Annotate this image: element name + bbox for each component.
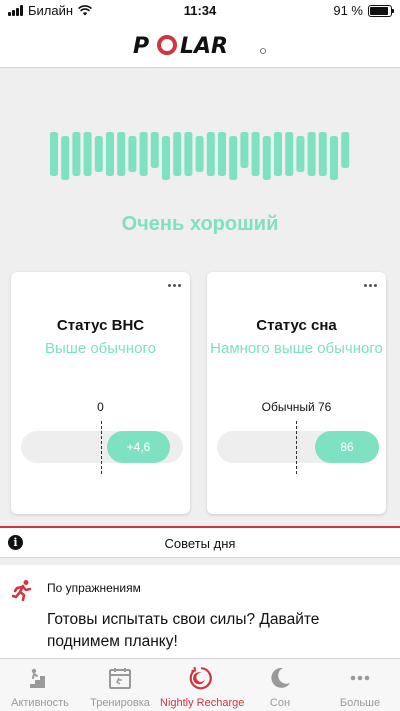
ans-value-badge: +4,6 <box>107 431 170 463</box>
tab-label: Тренировка <box>90 697 150 709</box>
status-bar: Билайн 11:34 91 % <box>0 0 400 22</box>
more-icon[interactable] <box>364 284 377 287</box>
battery-icon <box>368 4 394 17</box>
recharge-bar <box>296 136 305 172</box>
svg-text:LAR: LAR <box>180 34 228 56</box>
ans-reference-label: 0 <box>97 400 104 414</box>
recharge-bar <box>61 136 70 180</box>
more-icon[interactable] <box>168 284 181 287</box>
recharge-bar <box>150 132 159 168</box>
tab-label: Активность <box>11 697 69 709</box>
recharge-bar <box>117 132 126 176</box>
recharge-bar <box>106 132 114 176</box>
sleep-scale-track: 86 <box>217 431 379 463</box>
bottom-tab-bar: Активность Тренировка Nightly Recharge С… <box>0 658 400 711</box>
recharge-bar <box>285 132 294 176</box>
tab-label: Nightly Recharge <box>160 697 245 709</box>
tip-text: Готовы испытать свои силы? Давайте подни… <box>47 611 320 650</box>
recharge-bar <box>240 132 249 168</box>
tab-label: Больше <box>339 697 381 709</box>
recharge-bar <box>341 132 350 168</box>
more-icon <box>350 675 370 681</box>
sleep-title: Статус сна <box>256 317 337 334</box>
ans-title: Статус ВНС <box>56 317 145 334</box>
recharge-bar <box>206 132 215 176</box>
ans-status-text: Выше обычного <box>45 340 156 357</box>
tab-training[interactable]: Тренировка <box>80 659 160 711</box>
recharge-bar <box>139 132 148 176</box>
battery-percent: 91 % <box>333 3 363 18</box>
runner-icon <box>12 580 32 601</box>
recharge-bar <box>251 132 260 176</box>
sleep-status-card[interactable]: Статус сна Намного выше обычного Обычный… <box>207 272 386 514</box>
recharge-bar <box>50 132 58 176</box>
recharge-status: Очень хороший <box>121 213 279 235</box>
recharge-bar <box>94 136 103 172</box>
tips-bar-label: Советы дня <box>164 536 236 551</box>
recharge-bar <box>274 132 282 176</box>
tab-nightly-recharge[interactable]: Nightly Recharge <box>160 659 245 711</box>
recharge-bar <box>184 132 193 176</box>
tip-category: По упражнениям <box>47 581 141 595</box>
svg-text:P: P <box>133 34 149 56</box>
recharge-bar <box>218 132 226 176</box>
ans-scale-track: +4,6 <box>21 431 183 463</box>
recharge-bar <box>262 136 271 180</box>
recharge-bar <box>173 132 182 176</box>
recharge-bar <box>307 132 316 176</box>
ans-reference-line <box>101 421 102 474</box>
sleep-reference-line <box>296 421 297 474</box>
tab-more[interactable]: Больше <box>320 659 400 711</box>
recharge-icon <box>189 666 212 690</box>
tab-sleep[interactable]: Сон <box>240 659 320 711</box>
recharge-bar <box>83 132 92 176</box>
sleep-reference-label: Обычный 76 <box>261 400 332 414</box>
status-right: 91 % <box>333 3 394 18</box>
sleep-value-badge: 86 <box>315 431 379 463</box>
ans-status-card[interactable]: Статус ВНС Выше обычного 0 +4,6 <box>11 272 190 514</box>
sleep-status-text: Намного выше обычного <box>210 340 383 357</box>
recharge-bar <box>162 136 170 180</box>
calendar-icon <box>109 668 131 689</box>
tips-of-day-bar[interactable]: i Советы дня <box>0 526 400 558</box>
stairs-icon <box>30 668 45 688</box>
moon-icon <box>271 667 290 688</box>
polar-logo: P LAR <box>133 34 266 56</box>
recharge-bar <box>195 136 204 172</box>
recharge-bar <box>229 136 238 180</box>
recharge-bar <box>128 136 137 172</box>
recharge-bar <box>330 136 338 180</box>
recharge-bar <box>72 132 81 176</box>
app-header: P LAR <box>0 22 400 68</box>
tab-activity[interactable]: Активность <box>0 659 80 711</box>
tip-card[interactable]: По упражнениям Готовы испытать свои силы… <box>0 565 400 658</box>
recharge-bars-graphic <box>50 132 350 180</box>
recharge-bar <box>318 132 327 176</box>
tab-label: Сон <box>269 697 291 709</box>
